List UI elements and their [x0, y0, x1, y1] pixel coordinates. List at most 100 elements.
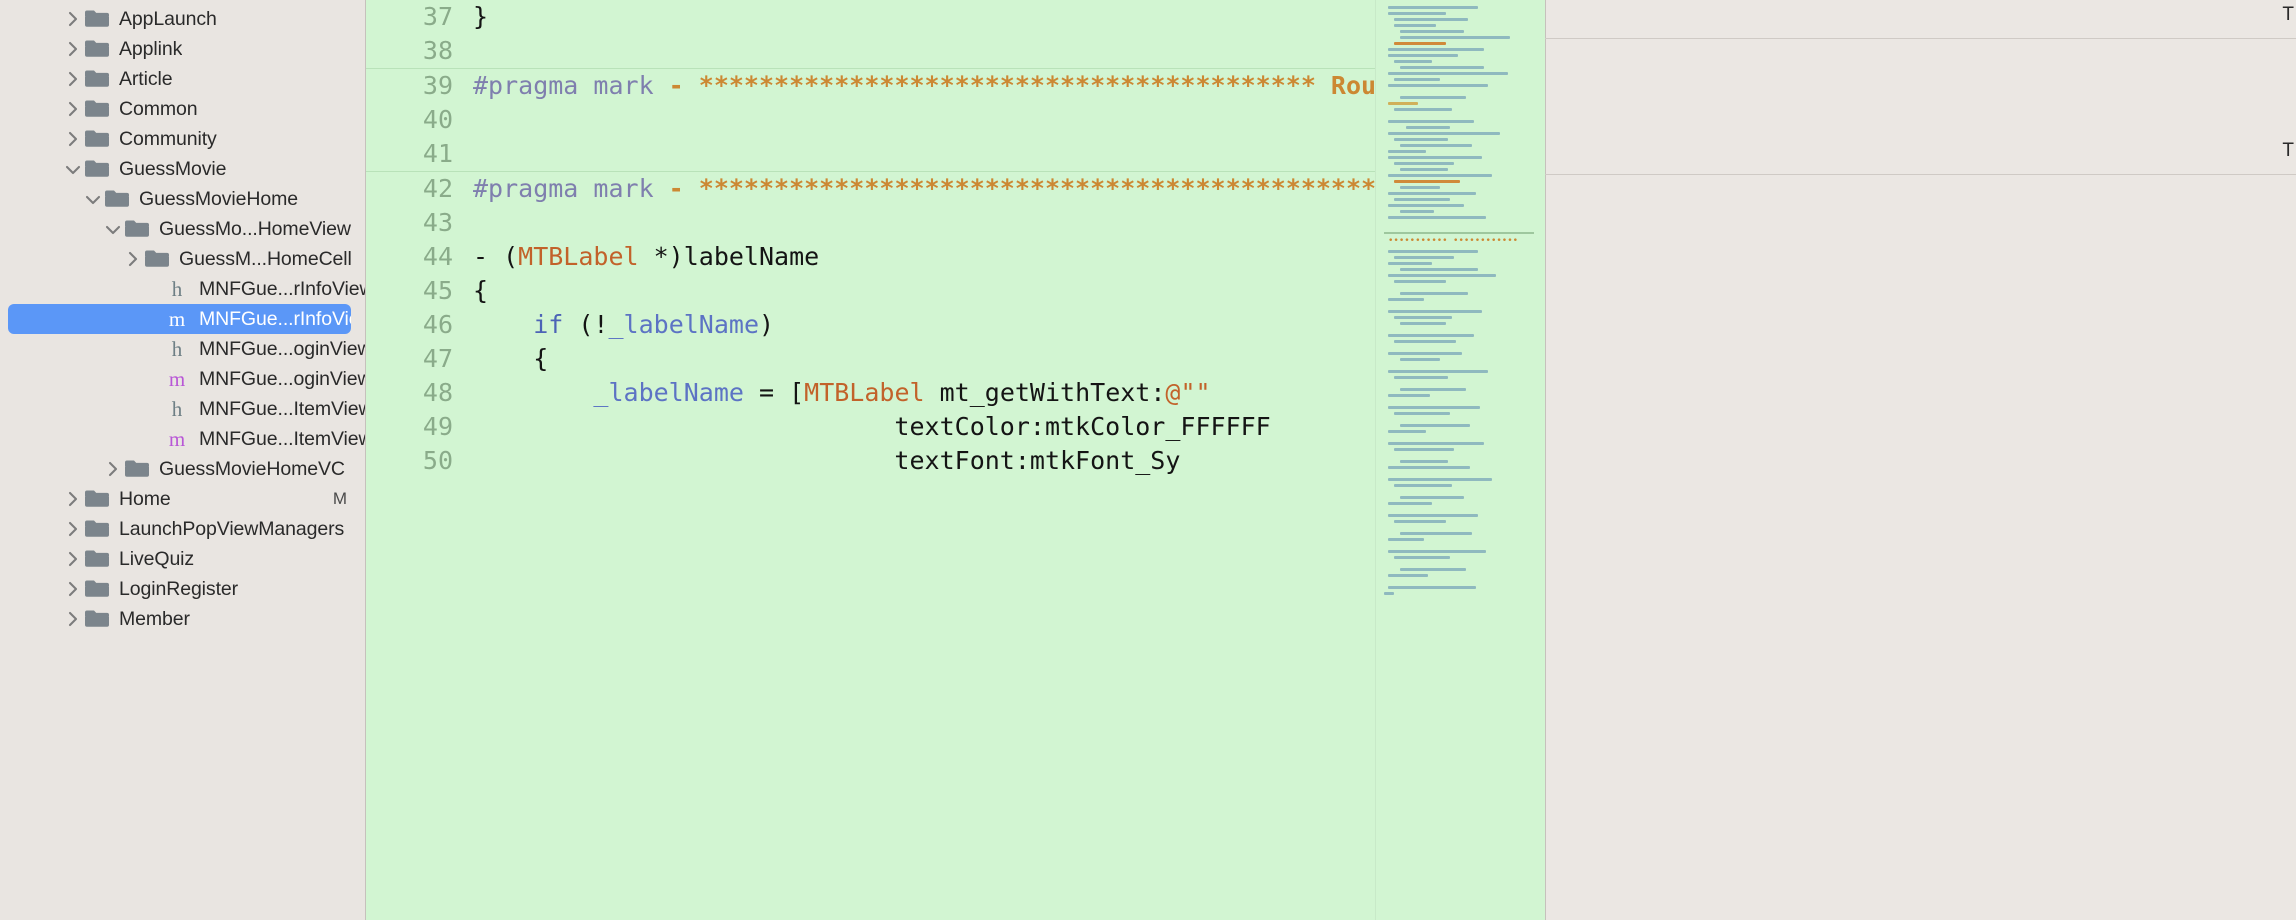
- code-line-text[interactable]: #pragma mark - *************************…: [471, 69, 1375, 103]
- minimap-comment-marker: ••••••••••• ••••••••••••: [1388, 236, 1519, 246]
- folder-icon: [84, 99, 110, 119]
- code-line-text[interactable]: }: [471, 0, 1375, 34]
- code-line-text[interactable]: if (!_labelName): [471, 308, 1375, 342]
- line-number: 43: [422, 208, 453, 237]
- ide-window: AppLaunch Applink Article Common Community Gu…: [0, 0, 2296, 920]
- chevron-right-icon[interactable]: [62, 550, 84, 568]
- code-editor[interactable]: 37} 38 39 #pragma mark - ******************…: [365, 0, 1375, 920]
- navigator-folder-row[interactable]: GuessM...HomeCell: [0, 244, 365, 274]
- navigator-item-label: MNFGue...ItemView: [199, 397, 365, 420]
- code-line[interactable]: 38: [366, 34, 1375, 68]
- chevron-down-icon[interactable]: [62, 163, 84, 176]
- code-line[interactable]: 47 {: [366, 342, 1375, 376]
- code-line[interactable]: 39 #pragma mark - ***********************…: [366, 68, 1375, 103]
- code-token-plain: mt_getWithText:: [924, 378, 1166, 407]
- navigator-file-row[interactable]: h MNFGue...rInfoView: [0, 274, 365, 304]
- code-line[interactable]: 43: [366, 206, 1375, 240]
- code-line[interactable]: 44 - (MTBLabel *)labelName: [366, 240, 1375, 274]
- chevron-right-icon[interactable]: [62, 580, 84, 598]
- code-line[interactable]: 49 textColor:mtkColor_FFFFFF: [366, 410, 1375, 444]
- code-token-cmt: - **************************************…: [668, 174, 1375, 203]
- code-line[interactable]: 37}: [366, 0, 1375, 34]
- navigator-item-label: MNFGue...ItemView: [199, 427, 365, 450]
- code-line-text[interactable]: textColor:mtkColor_FFFFFF: [471, 410, 1375, 444]
- navigator-folder-row[interactable]: AppLaunch: [0, 4, 365, 34]
- navigator-folder-row[interactable]: LoginRegister: [0, 574, 365, 604]
- folder-icon: [84, 519, 110, 539]
- code-line[interactable]: 46 if (!_labelName): [366, 308, 1375, 342]
- folder-icon: [84, 609, 110, 629]
- code-line-text[interactable]: - (MTBLabel *)labelName: [471, 240, 1375, 274]
- minimap-line: [1400, 36, 1510, 39]
- navigator-folder-row[interactable]: GuessMo...HomeView: [0, 214, 365, 244]
- navigator-folder-row[interactable]: LiveQuiz: [0, 544, 365, 574]
- minimap-line: [1400, 292, 1468, 295]
- chevron-right-icon[interactable]: [62, 40, 84, 58]
- chevron-right-icon[interactable]: [62, 610, 84, 628]
- line-number: 46: [422, 310, 453, 339]
- line-number: 48: [422, 378, 453, 407]
- code-line[interactable]: 41: [366, 137, 1375, 171]
- minimap-line: [1394, 484, 1452, 487]
- code-lines[interactable]: 37} 38 39 #pragma mark - ******************…: [366, 0, 1375, 478]
- navigator-folder-row[interactable]: LaunchPopViewManagers: [0, 514, 365, 544]
- minimap-line: [1388, 48, 1484, 51]
- navigator-folder-row[interactable]: GuessMovie: [0, 154, 365, 184]
- minimap-line: [1400, 322, 1446, 325]
- code-token-var: _labelName: [608, 310, 759, 339]
- minimap-line: [1388, 156, 1482, 159]
- code-line[interactable]: 40: [366, 103, 1375, 137]
- chevron-down-icon[interactable]: [102, 223, 124, 236]
- chevron-right-icon[interactable]: [62, 490, 84, 508]
- chevron-right-icon[interactable]: [62, 130, 84, 148]
- navigator-file-row[interactable]: h MNFGue...oginView: [0, 334, 365, 364]
- minimap-line: [1400, 568, 1466, 571]
- chevron-right-icon[interactable]: [62, 70, 84, 88]
- code-line-text[interactable]: textFont:mtkFont_Sy: [471, 444, 1375, 478]
- minimap-line: [1400, 186, 1440, 189]
- navigator-file-row[interactable]: m MNFGue...ItemView: [0, 424, 365, 454]
- code-line-text[interactable]: {: [471, 274, 1375, 308]
- navigator-item-label: GuessMovieHomeVC: [159, 457, 345, 480]
- chevron-right-icon[interactable]: [102, 460, 124, 478]
- folder-icon: [84, 129, 110, 149]
- navigator-folder-row[interactable]: GuessMovieHome: [0, 184, 365, 214]
- minimap-line: [1394, 376, 1448, 379]
- minimap-line: [1388, 204, 1464, 207]
- project-navigator[interactable]: AppLaunch Applink Article Common Community Gu…: [0, 0, 365, 920]
- line-number: 42: [422, 174, 453, 203]
- navigator-file-row[interactable]: m MNFGue...rInfoView: [8, 304, 351, 334]
- chevron-down-icon[interactable]: [82, 193, 104, 206]
- navigator-folder-row[interactable]: Common: [0, 94, 365, 124]
- code-minimap[interactable]: ••••••••••• ••••••••••••: [1375, 0, 1545, 920]
- code-line[interactable]: 50 textFont:mtkFont_Sy: [366, 444, 1375, 478]
- navigator-file-row[interactable]: m MNFGue...oginView: [0, 364, 365, 394]
- minimap-line: [1400, 210, 1434, 213]
- project-navigator-tree[interactable]: AppLaunch Applink Article Common Community Gu…: [0, 4, 365, 634]
- navigator-item-label: Community: [119, 127, 217, 150]
- navigator-folder-row[interactable]: Member: [0, 604, 365, 634]
- code-line-text[interactable]: _labelName = [MTBLabel mt_getWithText:@"…: [471, 376, 1375, 410]
- minimap-line: [1394, 198, 1450, 201]
- navigator-folder-row[interactable]: Community: [0, 124, 365, 154]
- navigator-folder-row[interactable]: Article: [0, 64, 365, 94]
- navigator-file-row[interactable]: h MNFGue...ItemView: [0, 394, 365, 424]
- code-line[interactable]: 42 #pragma mark - ***********************…: [366, 171, 1375, 206]
- code-token-plain: {: [473, 344, 549, 373]
- code-line[interactable]: 48 _labelName = [MTBLabel mt_getWithText…: [366, 376, 1375, 410]
- code-line-text[interactable]: #pragma mark - *************************…: [471, 172, 1375, 206]
- navigator-item-label: Applink: [119, 37, 183, 60]
- minimap-line: [1400, 496, 1464, 499]
- minimap-line: [1388, 406, 1480, 409]
- code-line-text[interactable]: {: [471, 342, 1375, 376]
- minimap-line: [1388, 12, 1446, 15]
- navigator-folder-row[interactable]: Home M: [0, 484, 365, 514]
- code-line[interactable]: 45 {: [366, 274, 1375, 308]
- chevron-right-icon[interactable]: [122, 250, 144, 268]
- navigator-folder-row[interactable]: Applink: [0, 34, 365, 64]
- chevron-right-icon[interactable]: [62, 100, 84, 118]
- chevron-right-icon[interactable]: [62, 520, 84, 538]
- minimap-line: [1400, 532, 1472, 535]
- chevron-right-icon[interactable]: [62, 10, 84, 28]
- navigator-folder-row[interactable]: GuessMovieHomeVC: [0, 454, 365, 484]
